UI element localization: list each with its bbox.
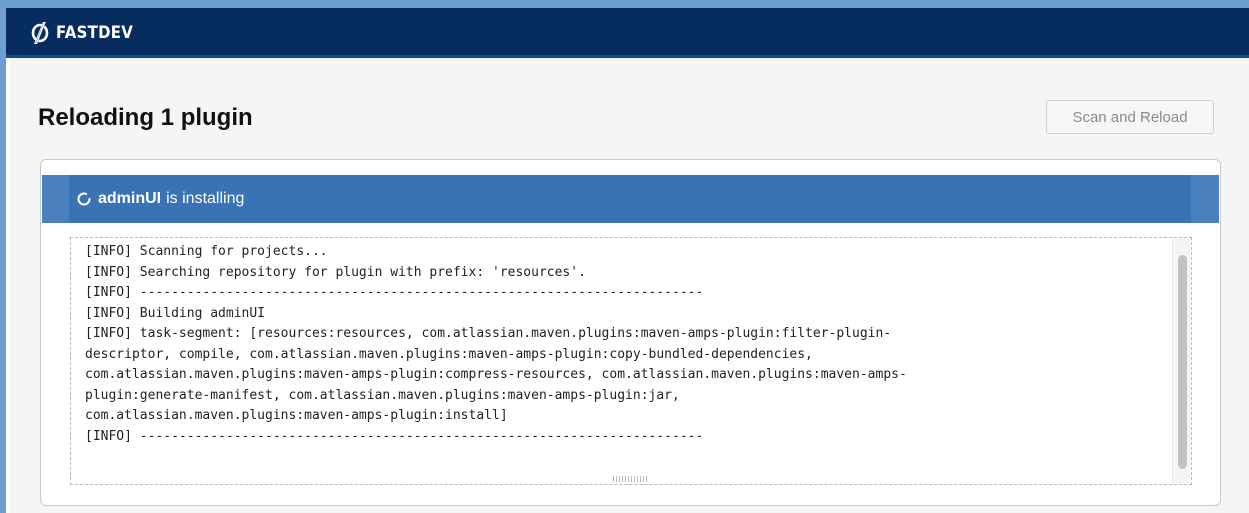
spinner-icon — [77, 192, 91, 206]
build-log[interactable]: [INFO] Scanning for projects... [INFO] S… — [70, 237, 1192, 485]
app-window: FASTDEV Reloading 1 plugin Scan and Relo… — [6, 8, 1249, 513]
log-scrollbar-thumb[interactable] — [1178, 255, 1187, 469]
top-bar: FASTDEV — [6, 8, 1249, 58]
plugin-status-bar: adminUI is installing — [42, 175, 1219, 223]
log-line: [INFO] Searching repository for plugin w… — [85, 264, 586, 280]
plugin-name: adminUI — [98, 190, 162, 207]
plugin-panel: adminUI is installing [INFO] Scanning fo… — [40, 159, 1221, 506]
logo-text: FASTDEV — [56, 23, 134, 43]
log-line: descriptor, compile, com.atlassian.maven… — [85, 346, 813, 362]
lightning-slash-icon — [31, 22, 49, 44]
log-line: [INFO] Scanning for projects... — [85, 244, 328, 259]
fastdev-logo: FASTDEV — [30, 20, 144, 46]
plugin-status-row: adminUI is installing — [69, 175, 1191, 223]
main-content: Reloading 1 plugin Scan and Reload admin… — [10, 58, 1249, 513]
log-line: [INFO] Building adminUI — [85, 305, 266, 321]
build-log-text: [INFO] Scanning for projects... [INFO] S… — [85, 242, 1165, 447]
page-title: Reloading 1 plugin — [38, 104, 253, 131]
log-line: [INFO] ---------------------------------… — [85, 285, 704, 300]
resize-handle-icon[interactable] — [613, 476, 647, 482]
plugin-status-text: is installing — [166, 190, 245, 207]
scan-and-reload-button[interactable]: Scan and Reload — [1046, 100, 1214, 134]
log-scrollbar[interactable] — [1172, 239, 1190, 483]
log-line: [INFO] ---------------------------------… — [85, 428, 704, 444]
log-line: [INFO] task-segment: [resources:resource… — [85, 326, 892, 341]
log-line: com.atlassian.maven.plugins:maven-amps-p… — [85, 367, 907, 382]
log-line: com.atlassian.maven.plugins:maven-amps-p… — [85, 408, 508, 423]
log-line: plugin:generate-manifest, com.atlassian.… — [85, 387, 680, 403]
